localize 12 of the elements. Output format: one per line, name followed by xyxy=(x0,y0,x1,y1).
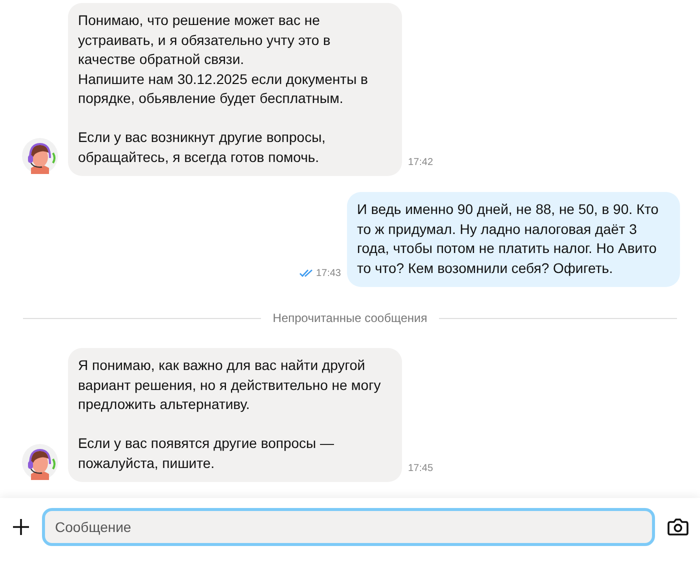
message-time: 17:43 xyxy=(316,268,341,279)
avatar-icon xyxy=(22,138,58,174)
message-time: 17:45 xyxy=(408,463,434,474)
message-bubble: И ведь именно 90 дней, не 88, не 50, в 90. Кто то ж придумал. Ну ладно налоговая даёт 3 года, чтобы потом не платить налог. Но Авито то что? Кем возомнили себя? Офигеть. xyxy=(347,192,680,287)
message-bubble: Я понимаю, как важно для вас найти другой вариант решения, но я действительно не могу предложить альтернативу. Если у вас появятся другие вопросы — пожалуйста, пишите. xyxy=(68,348,402,482)
message-input-field[interactable]: Сообщение xyxy=(42,508,655,546)
message-bubble: Понимаю, что решение может вас не устраивать, и я обязательно учту это в качестве обратной связи. Напишите нам 30.12.2025 если документы в порядке, обьявление будет бесплатным. Если у вас возникнут другие вопросы, обращайтесь, я всегда готов помочь. xyxy=(68,3,402,176)
avatar-icon xyxy=(22,444,58,480)
unread-divider-label: Непрочитанные сообщения xyxy=(272,311,428,325)
camera-icon[interactable] xyxy=(667,517,689,537)
plus-icon[interactable] xyxy=(12,518,30,536)
message-time: 17:42 xyxy=(408,157,434,168)
